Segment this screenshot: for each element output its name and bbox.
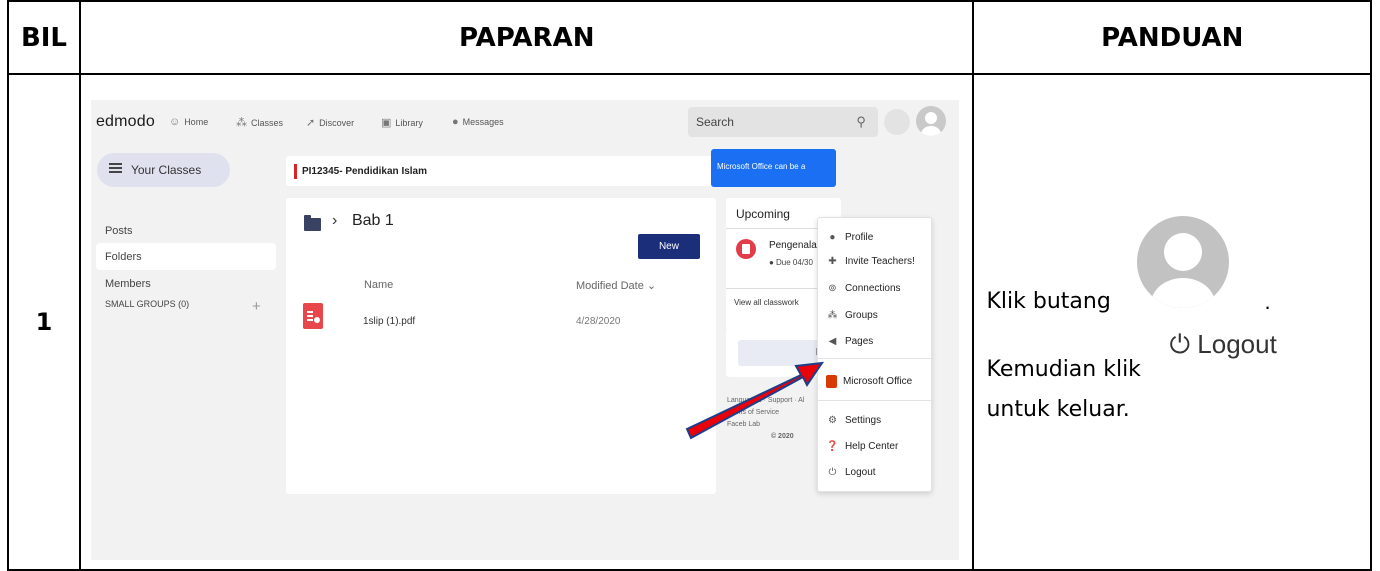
- guide-dot: .: [1264, 289, 1271, 314]
- header-panduan: PANDUAN: [972, 0, 1372, 75]
- user-icon: [1151, 233, 1216, 308]
- power-icon: ⏻: [1169, 329, 1191, 359]
- avatar-icon: [1137, 216, 1230, 308]
- header-bil: BIL: [7, 0, 81, 75]
- guide-line-1: Klik butang: [986, 289, 1111, 314]
- logout-illustration: ⏻ Logout: [1169, 329, 1277, 359]
- edmodo-screenshot: edmodo ☺ Home ⁂ Classes ➚ Discover ▣ Library…: [90, 100, 959, 560]
- guide-line-2: Kemudian klik: [986, 357, 1141, 382]
- guide-cell: Klik butang . ⏻ Logout Kemudian klik unt…: [972, 73, 1372, 571]
- guide-table: BIL PAPARAN PANDUAN 1 edmodo ☺ Home ⁂ Clas…: [7, 0, 1372, 571]
- guide-line-3: untuk keluar.: [986, 397, 1130, 422]
- row-number: 1: [7, 73, 81, 571]
- header-paparan: PAPARAN: [78, 0, 975, 75]
- red-arrow-annotation: [685, 361, 825, 440]
- screenshot-cell: edmodo ☺ Home ⁂ Classes ➚ Discover ▣ Library…: [78, 73, 975, 571]
- arrow-shape: [685, 361, 825, 440]
